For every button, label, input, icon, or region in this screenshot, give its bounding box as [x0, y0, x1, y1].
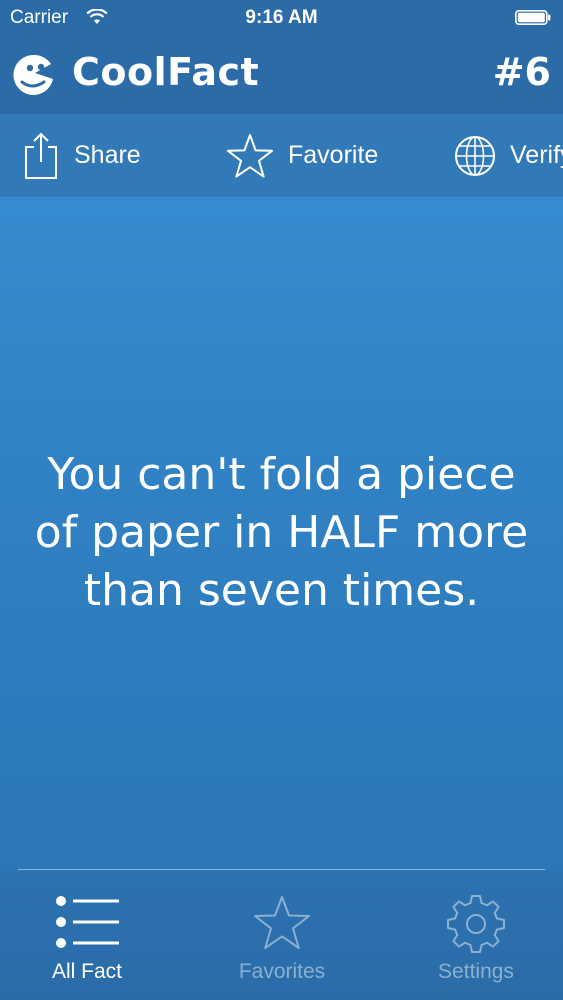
star-icon	[254, 896, 310, 949]
share-label: Share	[74, 141, 141, 169]
globe-icon	[455, 135, 495, 176]
fact-text: You can't fold a piece of paper in HALF …	[34, 449, 529, 616]
battery-icon	[515, 10, 551, 25]
verify-label: Verify	[510, 141, 563, 169]
nav-bar: CoolFact #6	[0, 36, 563, 114]
favorite-button[interactable]: Favorite	[226, 114, 378, 197]
favorite-label: Favorite	[288, 141, 379, 169]
share-button[interactable]: Share	[22, 114, 141, 197]
star-icon	[227, 133, 273, 178]
tab-label: Favorites	[238, 960, 326, 983]
list-icon	[56, 896, 119, 948]
action-bar: Share Favorite Verify	[0, 114, 563, 197]
app-title: CoolFact	[72, 50, 260, 94]
tab-label: All Fact	[51, 960, 122, 983]
status-time: 9:16 AM	[245, 7, 318, 28]
tab-divider	[18, 869, 545, 870]
tab-favorites[interactable]: Favorites	[188, 871, 376, 1000]
tab-settings[interactable]: Settings	[382, 871, 563, 1000]
share-icon	[25, 132, 57, 179]
fact-number: #6	[492, 50, 551, 94]
status-bar: Carrier 9:16 AM	[0, 0, 563, 36]
coolfact-logo-icon	[13, 54, 53, 95]
tab-bar: All Fact Favorites Settings	[0, 871, 563, 1000]
verify-button[interactable]: Verify	[454, 114, 563, 197]
gear-icon	[447, 895, 505, 953]
tab-label: Settings	[438, 960, 514, 983]
tab-all-fact[interactable]: All Fact	[0, 871, 181, 1000]
